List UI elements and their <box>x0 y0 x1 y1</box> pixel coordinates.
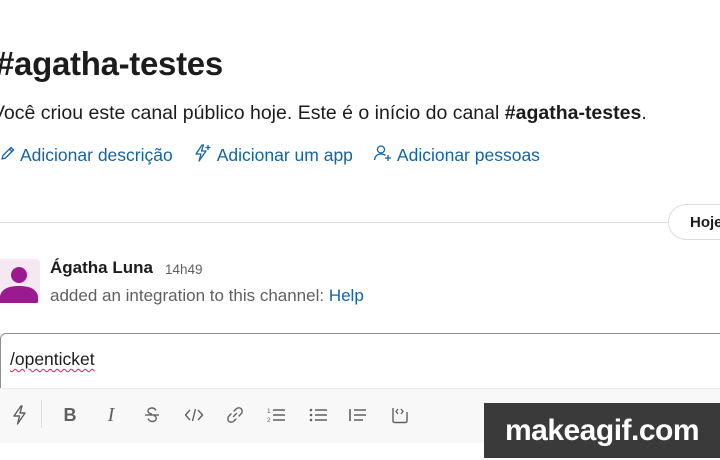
message-author[interactable]: Ágatha Luna <box>50 258 153 278</box>
avatar-person-icon <box>0 267 38 303</box>
composer-text: /openticket <box>10 349 95 369</box>
ordered-list-icon[interactable]: 12 <box>265 404 287 426</box>
bolt-plus-icon <box>193 144 217 167</box>
svg-text:2: 2 <box>267 417 271 424</box>
intro-text: Você criou este canal público hoje. Este… <box>0 102 500 124</box>
toolbar-separator <box>41 400 42 428</box>
link-icon[interactable] <box>224 404 246 426</box>
message-timestamp[interactable]: 14h49 <box>165 262 203 277</box>
help-link[interactable]: Help <box>329 286 364 305</box>
date-divider-button[interactable]: Hoje <box>668 204 720 240</box>
code-icon[interactable] <box>183 404 205 426</box>
bulleted-list-icon[interactable] <box>307 404 329 426</box>
add-description-button[interactable]: Adicionar descrição <box>0 145 173 166</box>
strikethrough-icon[interactable] <box>141 404 163 426</box>
add-app-button[interactable]: Adicionar um app <box>193 144 353 167</box>
add-description-label: Adicionar descrição <box>20 145 173 165</box>
add-person-icon <box>373 144 397 167</box>
shortcuts-bolt-icon[interactable] <box>9 404 31 426</box>
pencil-icon <box>0 145 20 166</box>
composer-input[interactable]: /openticket <box>10 349 95 370</box>
intro-channel-name[interactable]: #agatha-testes <box>505 102 642 124</box>
italic-icon[interactable]: I <box>100 404 122 426</box>
bold-icon[interactable]: B <box>59 404 81 426</box>
add-people-button[interactable]: Adicionar pessoas <box>373 144 540 167</box>
code-block-icon[interactable] <box>388 404 410 426</box>
add-people-label: Adicionar pessoas <box>396 145 540 165</box>
makeagif-watermark: makeagif.com <box>484 403 720 458</box>
add-app-label: Adicionar um app <box>216 145 353 165</box>
message-text: added an integration to this channel: He… <box>50 286 364 306</box>
blockquote-icon[interactable] <box>347 404 369 426</box>
intro-suffix: . <box>641 102 647 124</box>
channel-actions: Adicionar descrição Adicionar um app Adi… <box>0 144 560 167</box>
avatar[interactable] <box>0 259 40 303</box>
date-divider-line <box>0 222 720 223</box>
svg-text:1: 1 <box>267 408 271 415</box>
channel-intro: Você criou este canal público hoje. Este… <box>0 102 647 125</box>
message-body: added an integration to this channel: <box>50 286 325 305</box>
channel-title: #agatha-testes <box>0 45 223 82</box>
